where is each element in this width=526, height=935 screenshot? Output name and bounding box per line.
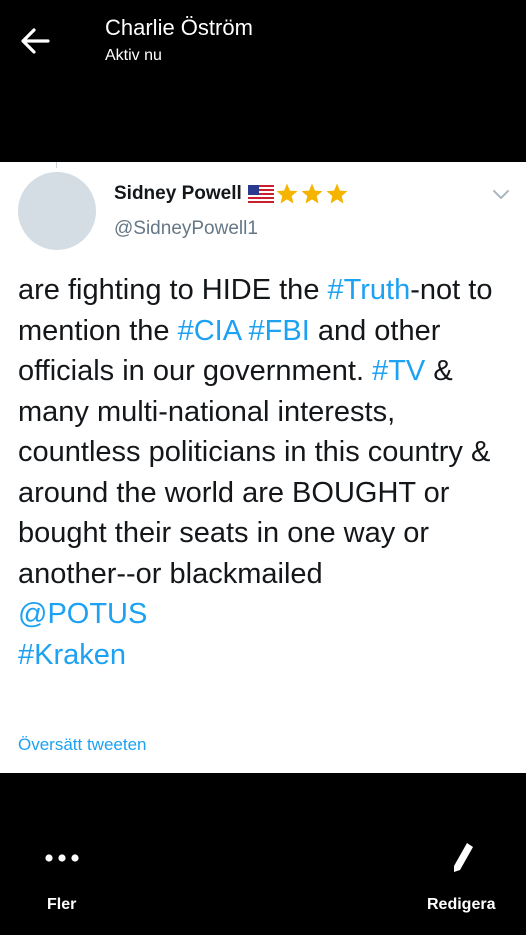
tweet-text: are fighting to HIDE the #Truth-not to m… [18, 270, 518, 675]
avatar[interactable] [18, 172, 96, 250]
tweet-text-fragment: are fighting to HIDE the [18, 274, 328, 306]
tweet-text-segments: are fighting to HIDE the #Truth-not to m… [18, 274, 492, 590]
hashtag-link[interactable]: #TV [372, 355, 425, 387]
contact-name: Charlie Öström [105, 15, 253, 40]
translate-link[interactable]: Översätt tweeten [18, 735, 147, 755]
bottom-bar: Fler Redigera [0, 773, 526, 935]
thread-line [56, 162, 57, 168]
top-bar: Charlie Öström Aktiv nu [0, 0, 526, 162]
hashtag-link[interactable]: #FBI [249, 315, 310, 347]
hashtag-link[interactable]: #Truth [328, 274, 411, 306]
edit-label[interactable]: Redigera [427, 896, 495, 914]
tweet-card: Sidney Powell @SidneyPowell1 are fightin… [0, 162, 526, 773]
mention-link[interactable]: @POTUS [18, 598, 147, 630]
star-icon [276, 183, 298, 204]
back-arrow-icon[interactable] [18, 24, 52, 58]
contact-status: Aktiv nu [105, 47, 162, 64]
pencil-icon[interactable] [450, 841, 476, 877]
author-handle[interactable]: @SidneyPowell1 [114, 218, 258, 240]
chevron-down-icon[interactable] [491, 184, 511, 204]
star-icon [301, 183, 323, 204]
star-icon [326, 183, 348, 204]
more-dots-icon[interactable] [44, 853, 80, 863]
hashtag-link[interactable]: #Kraken [18, 639, 126, 671]
author-row: Sidney Powell [114, 182, 349, 206]
more-label[interactable]: Fler [47, 896, 76, 914]
author-name[interactable]: Sidney Powell [114, 183, 242, 205]
tweet-text-fragment: & many multi-national interests, countle… [18, 355, 491, 590]
hashtag-link[interactable]: #CIA [178, 315, 241, 347]
us-flag-icon [247, 185, 274, 203]
tweet-text-fragment [240, 315, 248, 347]
